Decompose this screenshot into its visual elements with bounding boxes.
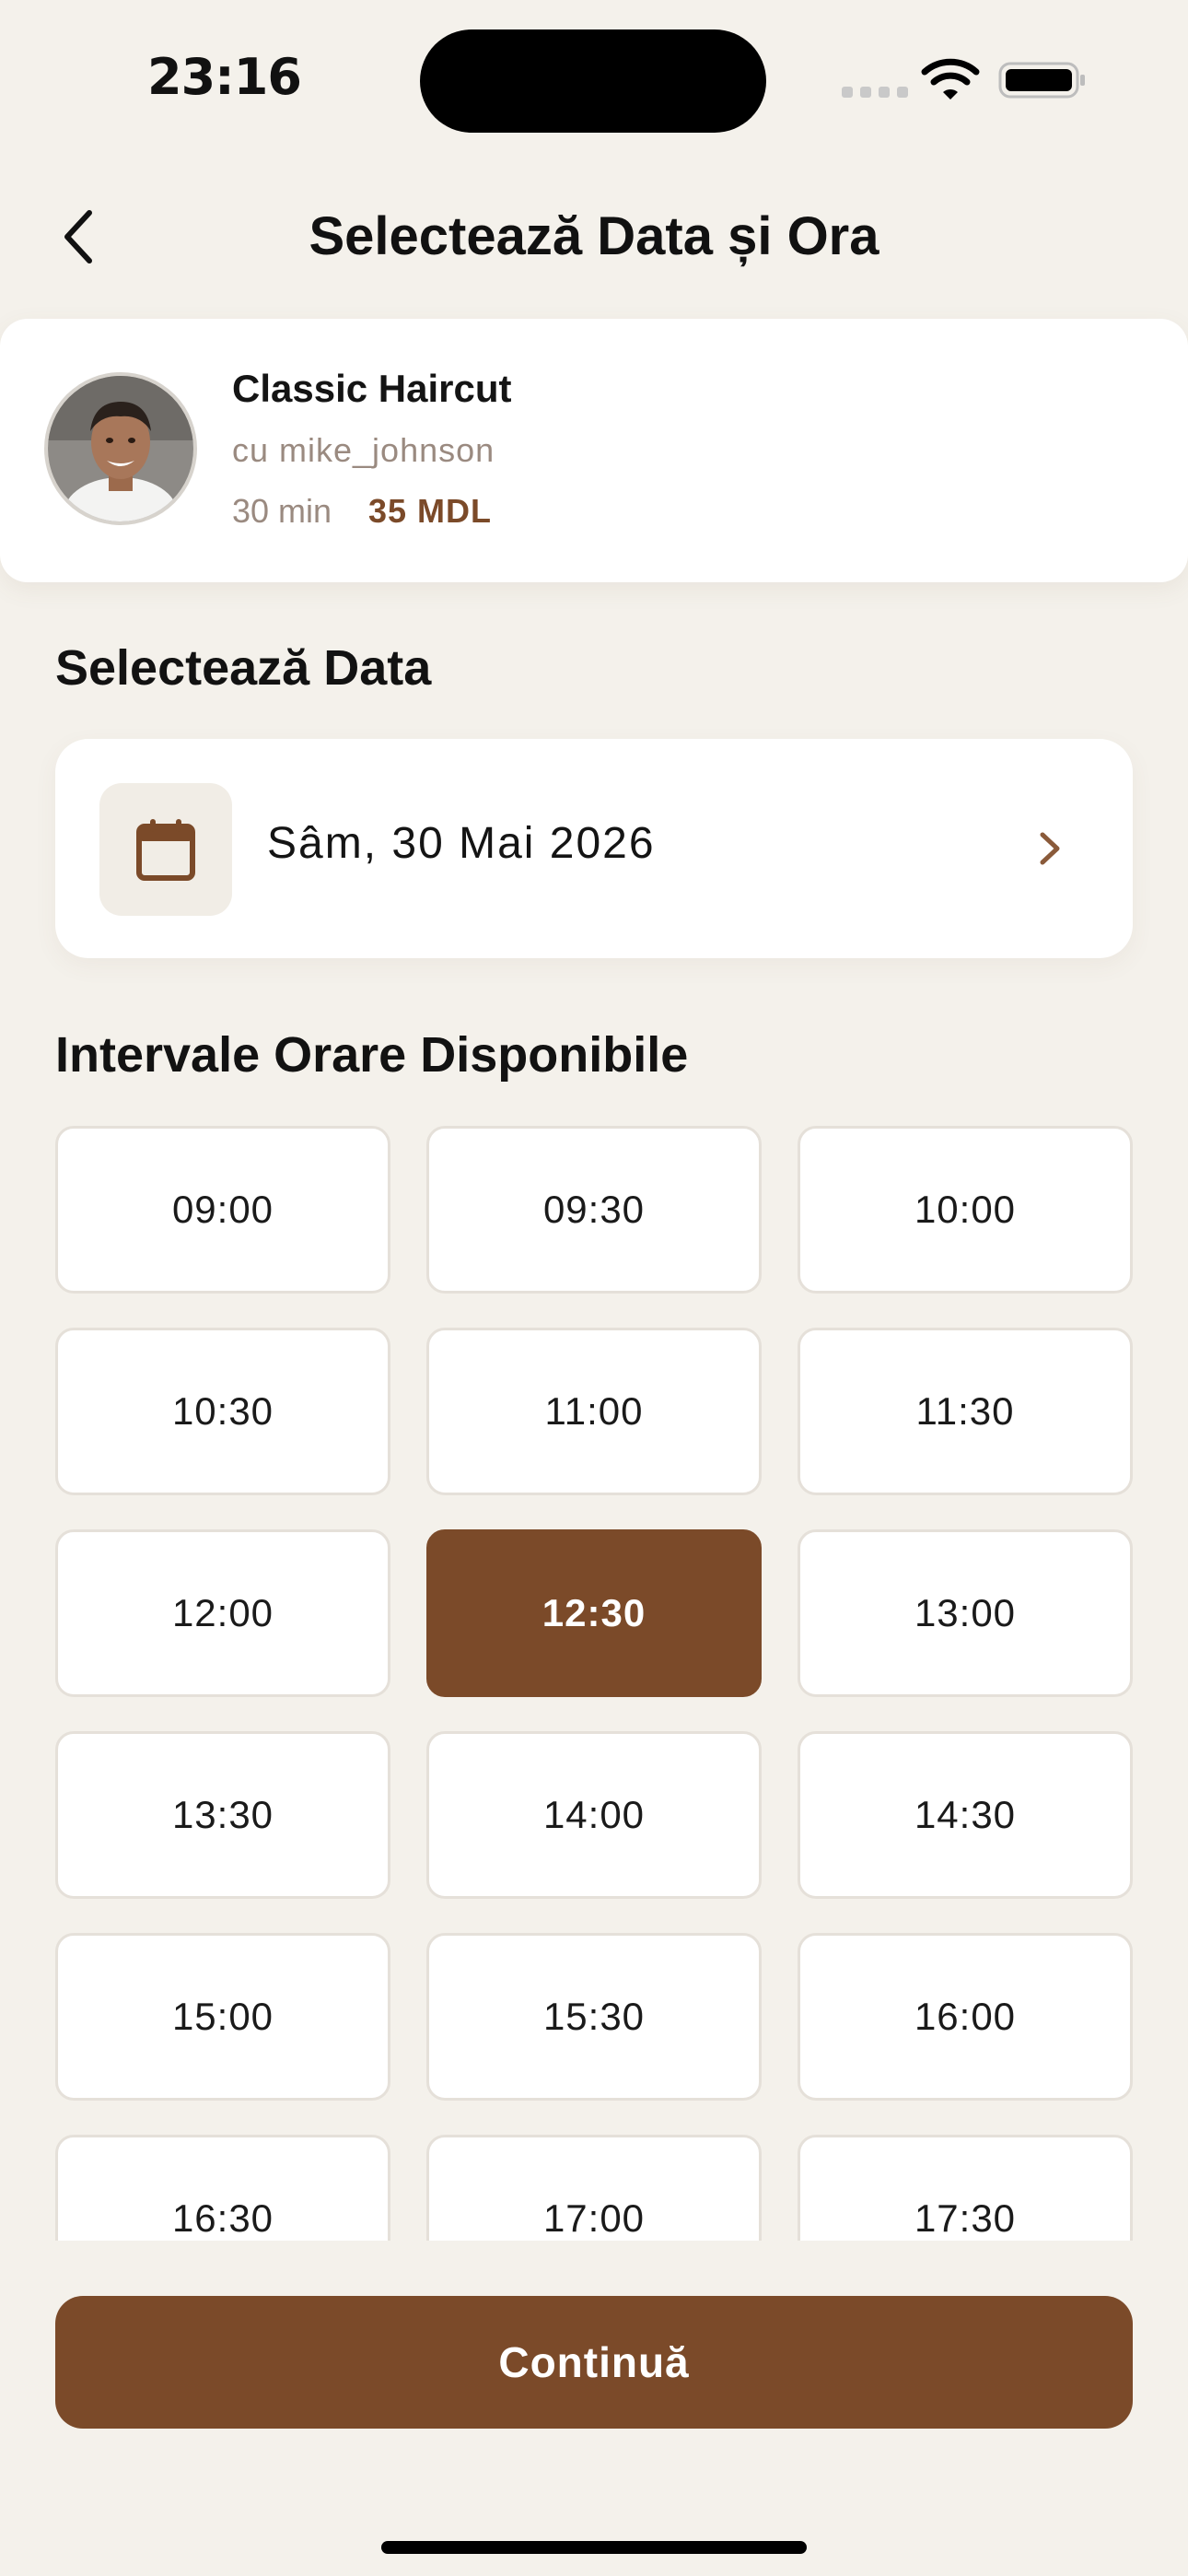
time-slot[interactable]: 16:30 xyxy=(55,2135,390,2241)
time-slot[interactable]: 13:30 xyxy=(55,1731,390,1899)
cellular-signal-icon xyxy=(842,87,908,98)
battery-icon xyxy=(998,62,1085,99)
continue-button[interactable]: Continuă xyxy=(55,2296,1133,2429)
service-summary-card: Classic Haircut cu mike_johnson 30 min 3… xyxy=(0,319,1188,582)
available-slots-heading: Intervale Orare Disponibile xyxy=(55,1027,689,1083)
time-slot[interactable]: 15:00 xyxy=(55,1933,390,2101)
time-slot[interactable]: 09:30 xyxy=(426,1126,762,1294)
time-slot[interactable]: 10:30 xyxy=(55,1328,390,1495)
time-slot[interactable]: 14:00 xyxy=(426,1731,762,1899)
page-title: Selectează Data și Ora xyxy=(309,206,879,266)
time-slot[interactable]: 15:30 xyxy=(426,1933,762,2101)
calendar-icon xyxy=(136,819,195,881)
time-slot[interactable]: 11:00 xyxy=(426,1328,762,1495)
dynamic-island xyxy=(420,29,766,133)
select-date-heading: Selectează Data xyxy=(55,640,432,696)
time-slot-selected[interactable]: 12:30 xyxy=(426,1529,762,1697)
chevron-right-icon xyxy=(1040,832,1060,865)
time-slot[interactable]: 09:00 xyxy=(55,1126,390,1294)
service-duration: 30 min xyxy=(232,492,332,530)
status-bar-time: 23:16 xyxy=(147,48,302,106)
wifi-icon xyxy=(921,58,980,100)
time-slot[interactable]: 10:00 xyxy=(798,1126,1133,1294)
time-slot[interactable]: 17:00 xyxy=(426,2135,762,2241)
service-name: Classic Haircut xyxy=(232,367,512,410)
time-slot[interactable]: 16:00 xyxy=(798,1933,1133,2101)
barber-name: cu mike_johnson xyxy=(232,431,495,469)
barber-avatar xyxy=(44,372,197,525)
service-price: 35 MDL xyxy=(368,492,493,530)
selected-date: Sâm, 30 Mai 2026 xyxy=(267,819,656,868)
date-picker-button[interactable]: Sâm, 30 Mai 2026 xyxy=(55,739,1133,958)
time-slot[interactable]: 13:00 xyxy=(798,1529,1133,1697)
home-indicator xyxy=(381,2541,807,2554)
time-slots-grid: 09:00 09:30 10:00 10:30 11:00 11:30 12:00 12:30… xyxy=(55,1126,1133,2241)
time-slot[interactable]: 11:30 xyxy=(798,1328,1133,1495)
time-slot[interactable]: 17:30 xyxy=(798,2135,1133,2241)
time-slot[interactable]: 14:30 xyxy=(798,1731,1133,1899)
calendar-badge xyxy=(99,783,232,916)
time-slot[interactable]: 12:00 xyxy=(55,1529,390,1697)
